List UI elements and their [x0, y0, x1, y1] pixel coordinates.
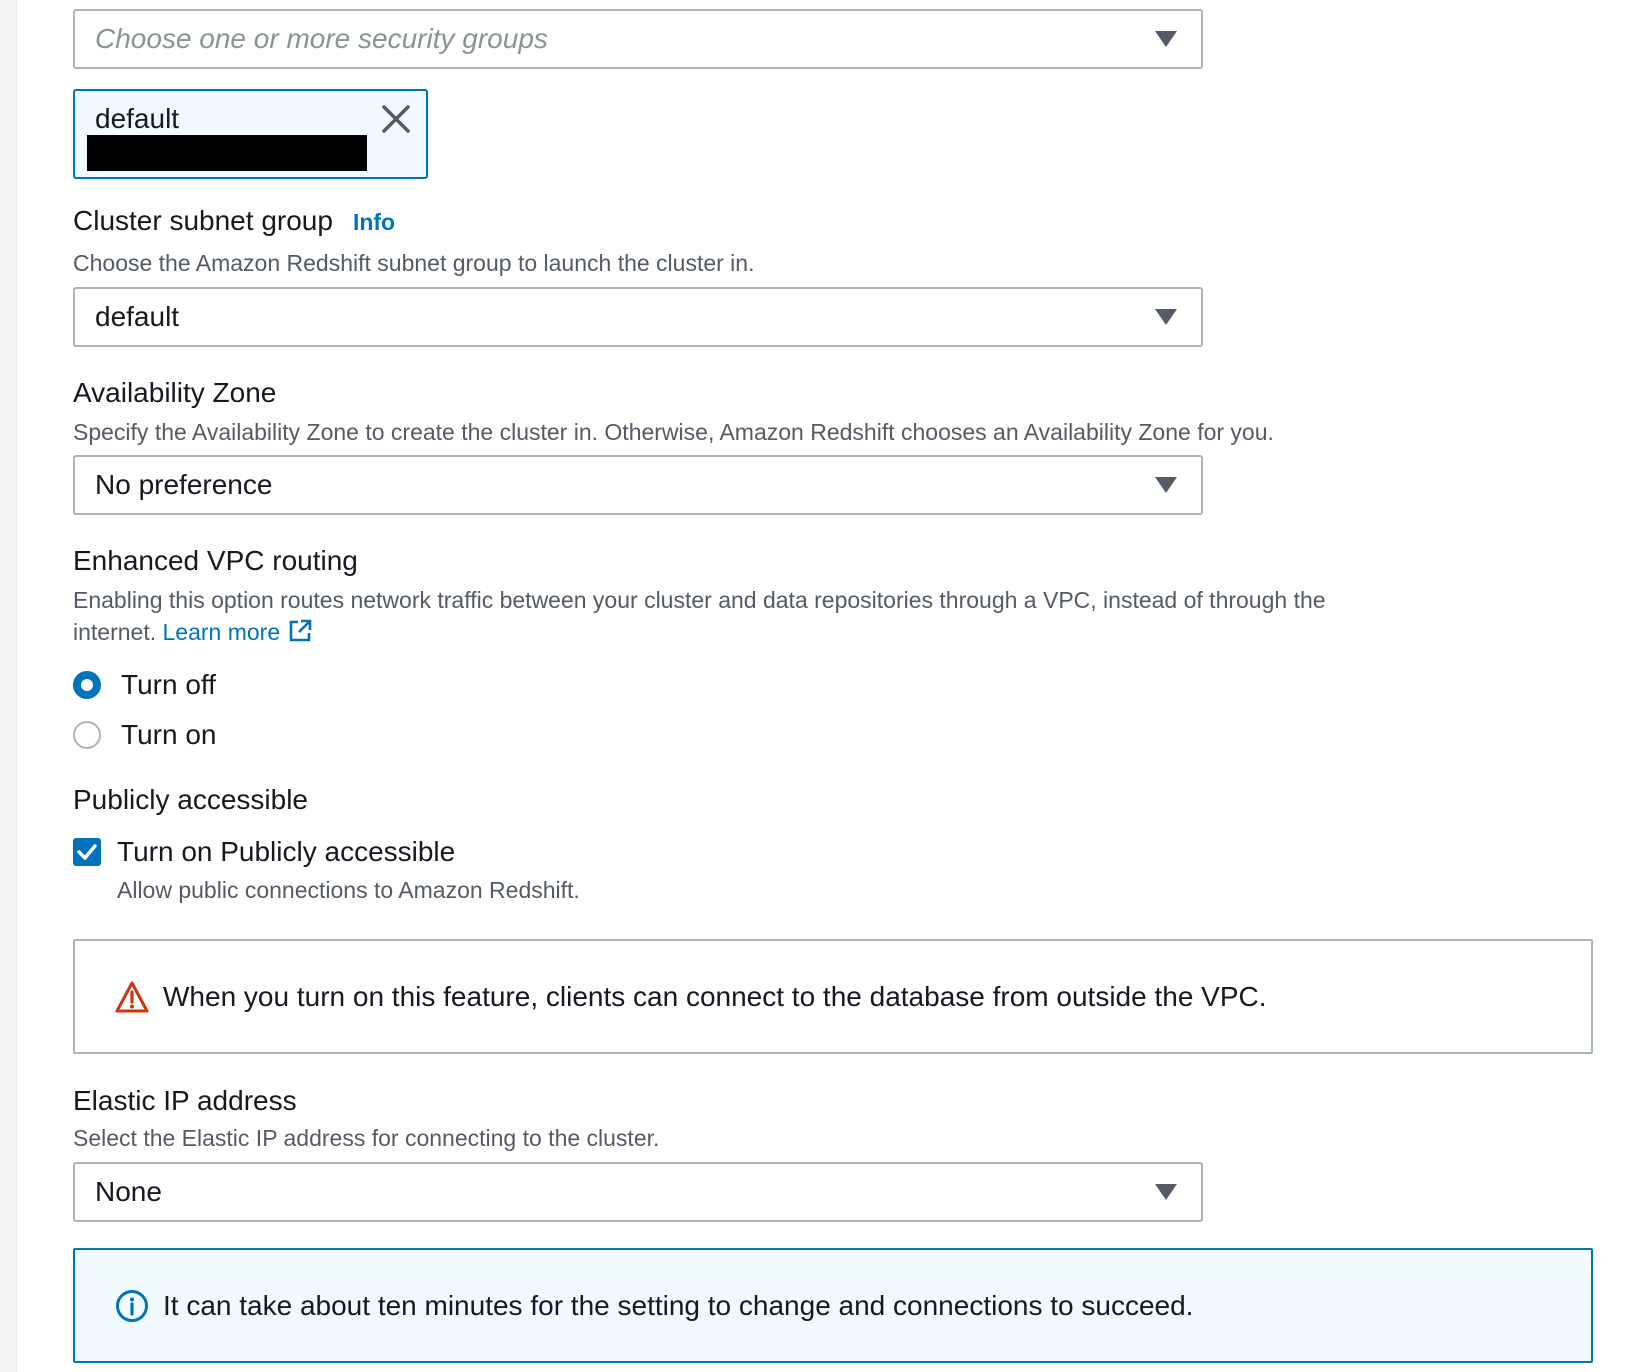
enhanced-vpc-routing-label: Enhanced VPC routing: [73, 545, 358, 576]
cluster-subnet-group-label: Cluster subnet group Info: [73, 205, 395, 237]
enhanced-vpc-routing-description-line2: internet. Learn more: [73, 616, 313, 648]
warning-icon: [115, 981, 149, 1012]
caret-down-icon: [1155, 1184, 1177, 1200]
radio-button-checked[interactable]: [73, 671, 101, 699]
caret-down-icon: [1155, 477, 1177, 493]
radio-button[interactable]: [73, 721, 101, 749]
caret-down-icon: [1155, 31, 1177, 47]
availability-zone-select[interactable]: No preference: [73, 455, 1203, 515]
warning-alert: When you turn on this feature, clients c…: [73, 939, 1593, 1054]
elastic-ip-value: None: [95, 1176, 162, 1207]
security-groups-select[interactable]: Choose one or more security groups: [73, 9, 1203, 69]
availability-zone-label: Availability Zone: [73, 377, 277, 408]
cluster-subnet-group-value: default: [95, 301, 180, 332]
radio-turn-on[interactable]: Turn on: [73, 719, 216, 751]
availability-zone-value: No preference: [95, 469, 273, 500]
publicly-accessible-checkbox[interactable]: [73, 838, 101, 866]
info-icon: [116, 1289, 148, 1322]
caret-down-icon: [1155, 309, 1177, 325]
checkmark-icon: [77, 844, 97, 860]
availability-zone-description: Specify the Availability Zone to create …: [73, 419, 1274, 445]
network-settings-panel: Choose one or more security groups defau…: [16, 0, 1634, 1372]
enhanced-vpc-routing-description-line1: Enabling this option routes network traf…: [73, 587, 1326, 613]
publicly-accessible-label: Publicly accessible: [73, 784, 308, 815]
cluster-subnet-group-description: Choose the Amazon Redshift subnet group …: [73, 250, 755, 276]
radio-turn-on-label: Turn on: [121, 719, 217, 750]
elastic-ip-select[interactable]: None: [73, 1162, 1203, 1222]
radio-turn-off-label: Turn off: [121, 669, 216, 700]
security-group-token-label: default: [95, 103, 180, 134]
enhanced-vpc-routing-description-end: internet.: [73, 619, 157, 645]
info-alert-text: It can take about ten minutes for the se…: [163, 1289, 1194, 1321]
radio-turn-off[interactable]: Turn off: [73, 669, 216, 701]
security-groups-placeholder: Choose one or more security groups: [95, 23, 548, 54]
cluster-subnet-group-title: Cluster subnet group: [73, 205, 333, 236]
learn-more-label: Learn more: [162, 619, 281, 645]
elastic-ip-description: Select the Elastic IP address for connec…: [73, 1125, 660, 1151]
publicly-accessible-description: Allow public connections to Amazon Redsh…: [117, 877, 580, 903]
external-link-icon: [289, 619, 311, 642]
info-alert: It can take about ten minutes for the se…: [73, 1248, 1593, 1363]
security-group-token: default: [73, 89, 428, 179]
cluster-subnet-group-select[interactable]: default: [73, 287, 1203, 347]
publicly-accessible-checkbox-label: Turn on Publicly accessible: [117, 836, 456, 867]
elastic-ip-label: Elastic IP address: [73, 1085, 297, 1116]
warning-alert-text: When you turn on this feature, clients c…: [163, 980, 1267, 1012]
info-link[interactable]: Info: [353, 209, 395, 235]
learn-more-link[interactable]: Learn more: [163, 619, 313, 645]
close-icon[interactable]: [380, 103, 412, 135]
redacted-block: [87, 135, 367, 171]
publicly-accessible-checkbox-row[interactable]: Turn on Publicly accessible: [73, 836, 455, 868]
